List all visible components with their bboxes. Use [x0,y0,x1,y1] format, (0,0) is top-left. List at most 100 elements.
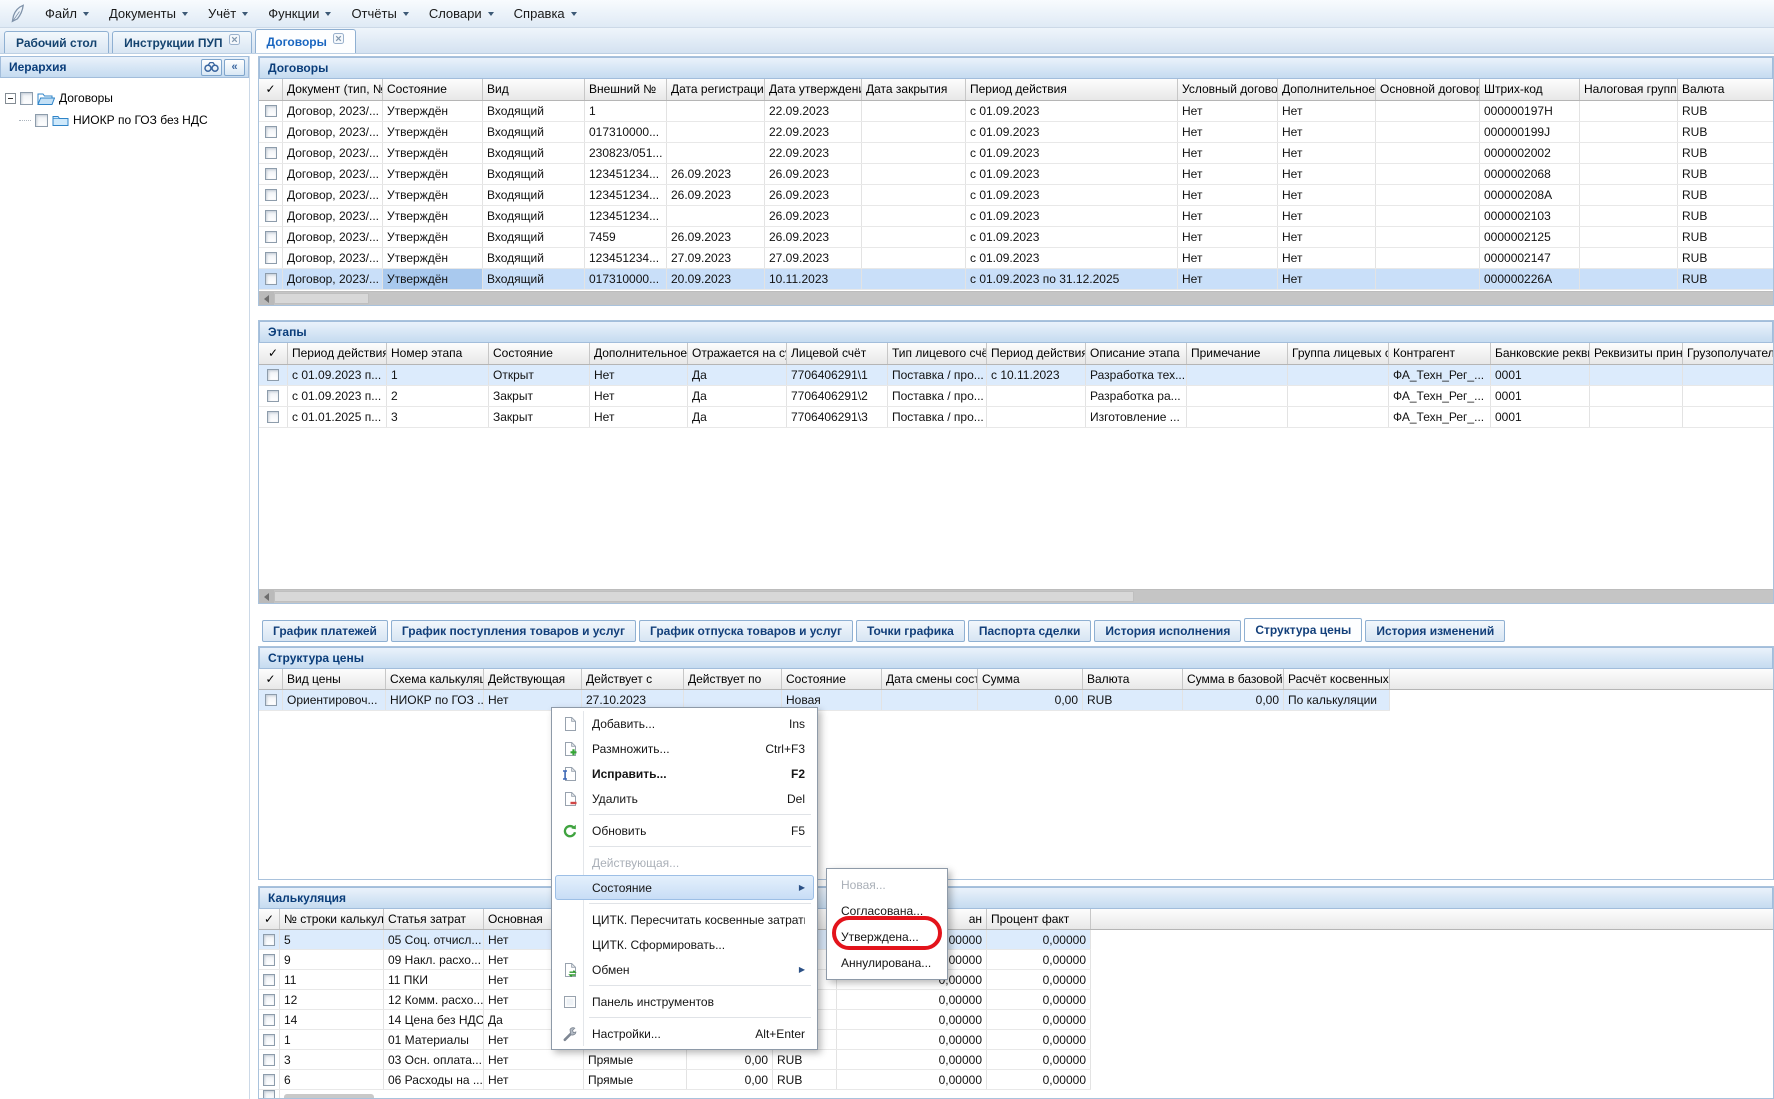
scrollbar-thumb[interactable] [274,293,369,304]
horizontal-scrollbar[interactable] [259,291,1773,305]
cell[interactable] [987,407,1086,427]
menubar-item[interactable]: Учёт [197,2,257,25]
row-checkbox[interactable] [263,1074,275,1086]
row-checkbox[interactable] [265,189,277,201]
cell[interactable] [1580,227,1678,247]
menu-item-настройки[interactable]: Настройки...Alt+Enter [555,1021,814,1046]
cell[interactable]: Нет [1178,164,1278,184]
column-header[interactable]: Сумма [978,669,1083,689]
subtab-точки-графика[interactable]: Точки графика [856,620,965,642]
cell[interactable]: 1 [585,101,667,121]
row-checkbox[interactable] [267,369,279,381]
menubar-item[interactable]: Словари [418,2,503,25]
row-checkbox-cell[interactable] [259,930,280,949]
row-checkbox-cell[interactable] [259,690,283,710]
column-header[interactable]: Внешний № [585,79,667,100]
cell[interactable]: Нет [1178,248,1278,268]
column-header[interactable]: Дата утверждения [765,79,862,100]
cell[interactable]: Да [688,365,787,385]
cell[interactable]: Нет [590,386,688,406]
column-header[interactable]: Статья затрат [384,909,484,929]
table-row[interactable]: 606 Расходы на ...НетПрямые0,00RUB0,0000… [259,1070,1091,1090]
tab-close-icon[interactable] [333,33,344,44]
cell[interactable]: 0,00000 [837,1010,987,1029]
subtab-график-платежей[interactable]: График платежей [262,620,388,642]
cell[interactable] [1288,365,1389,385]
cell[interactable]: с 10.11.2023 [987,365,1086,385]
column-header[interactable]: Действует по [684,669,782,689]
table-row[interactable]: Договор, 2023/...УтверждёнВходящий017310… [259,122,1773,143]
column-header[interactable]: Состояние [782,669,882,689]
cell[interactable] [1580,269,1678,289]
cell[interactable]: 123451234... [585,248,667,268]
column-header[interactable]: Валюта [1083,669,1183,689]
cell[interactable]: 0,00000 [987,1030,1091,1049]
row-checkbox[interactable] [263,974,275,986]
row-checkbox[interactable] [265,126,277,138]
cell[interactable]: 14 Цена без НДС [384,1010,484,1029]
column-header[interactable]: ✓ [259,669,283,689]
menu-item-цитк-пересчитать-косвенные-затраты[interactable]: ЦИТК. Пересчитать косвенные затраты... [555,907,814,932]
cell[interactable]: Договор, 2023/... [283,206,383,226]
row-checkbox[interactable] [265,105,277,117]
column-header[interactable]: Период действия и [987,343,1086,364]
row-checkbox[interactable] [265,210,277,222]
cell[interactable]: Нет [1178,269,1278,289]
row-checkbox[interactable] [263,1034,275,1046]
cell[interactable] [862,269,966,289]
row-checkbox-cell[interactable] [259,1030,280,1049]
cell[interactable]: 3 [387,407,489,427]
cell[interactable]: Нет [1278,122,1376,142]
column-header[interactable]: Действует с [582,669,684,689]
column-header[interactable]: Условный договор [1178,79,1278,100]
cell[interactable]: Договор, 2023/... [283,101,383,121]
cell[interactable] [862,143,966,163]
cell[interactable]: Договор, 2023/... [283,164,383,184]
cell[interactable]: Договор, 2023/... [283,185,383,205]
column-header[interactable]: Состояние [383,79,483,100]
row-checkbox[interactable] [263,954,275,966]
cell[interactable]: Утверждён [383,143,483,163]
cell[interactable]: с 01.09.2023 п... [288,365,387,385]
column-header[interactable]: Процент факт [987,909,1091,929]
menu-item-аннулирована[interactable]: Аннулирована... [830,950,944,976]
cell[interactable]: RUB [1678,122,1773,142]
cell[interactable] [1580,248,1678,268]
cell[interactable]: 0000002002 [1480,143,1580,163]
cell[interactable]: Нет [484,1070,584,1089]
cell[interactable]: Утверждён [383,269,483,289]
cell[interactable]: Разработка тех... [1086,365,1187,385]
cell[interactable]: 1 [280,1030,384,1049]
column-header[interactable]: Период действия [966,79,1178,100]
cell[interactable] [667,122,765,142]
cell[interactable]: 0000002103 [1480,206,1580,226]
cell[interactable]: Закрыт [489,386,590,406]
subtab-график-поступления-товаров-и-услуг[interactable]: График поступления товаров и услуг [391,620,636,642]
cell[interactable]: Нет [590,407,688,427]
cell[interactable] [1580,185,1678,205]
tree-node-label[interactable]: Договоры [59,91,113,105]
cell[interactable]: Ориентировоч... [283,690,386,710]
cell[interactable] [882,690,978,710]
cell[interactable]: 26.09.2023 [765,206,862,226]
cell[interactable] [1580,101,1678,121]
cell[interactable]: 7706406291\3 [787,407,888,427]
cell[interactable]: Открыт [489,365,590,385]
cell[interactable]: Нет [1278,269,1376,289]
column-header[interactable]: Схема калькуляци [386,669,484,689]
table-row[interactable]: Ориентировоч...НИОКР по ГОЗ ...Нет27.10.… [259,690,1390,711]
cell[interactable]: Утверждён [383,248,483,268]
cell[interactable]: Нет [1178,206,1278,226]
cell[interactable] [1376,248,1480,268]
cell[interactable]: с 01.09.2023 [966,143,1178,163]
cell[interactable]: 0,00 [687,1050,773,1069]
cell[interactable]: с 01.09.2023 [966,164,1178,184]
cell[interactable]: Утверждён [383,164,483,184]
cell[interactable] [1580,164,1678,184]
cell[interactable] [1590,386,1683,406]
cell[interactable]: Входящий [483,248,585,268]
row-checkbox[interactable] [265,252,277,264]
cell[interactable]: 000000208A [1480,185,1580,205]
column-header[interactable]: ✓ [259,909,280,929]
cell[interactable] [667,101,765,121]
